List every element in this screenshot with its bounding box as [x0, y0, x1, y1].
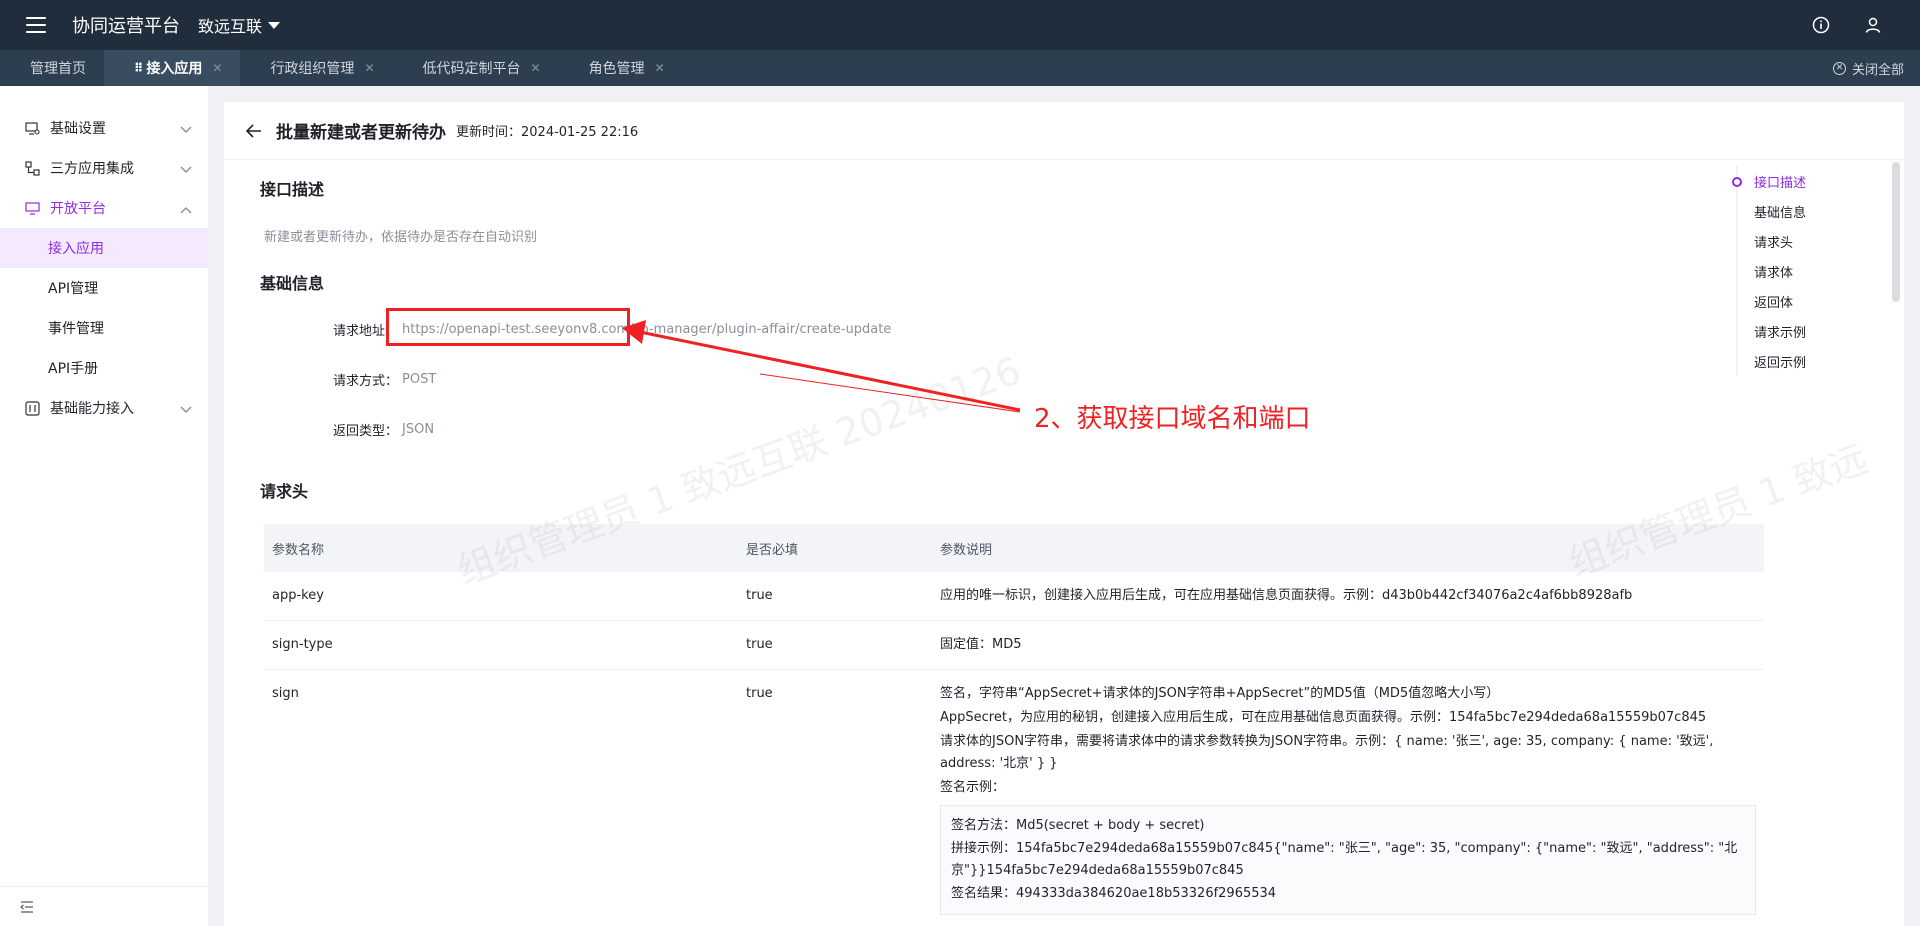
annotation-text: 2、获取接口域名和端口: [1034, 404, 1311, 434]
annotation-arrow: [622, 320, 1021, 413]
